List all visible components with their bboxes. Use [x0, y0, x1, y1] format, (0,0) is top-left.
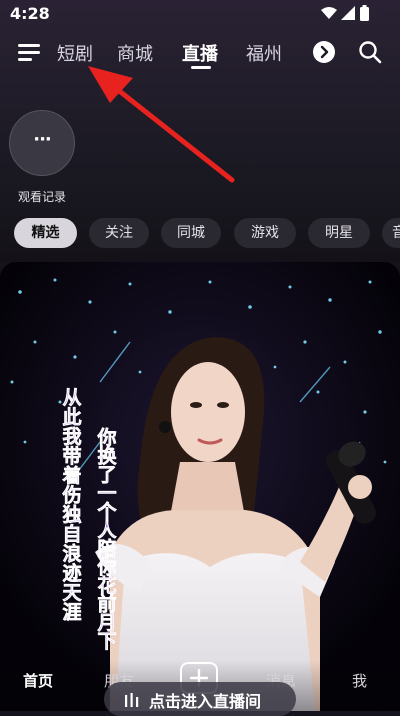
- watch-history-label: 观看记录: [18, 190, 67, 204]
- status-time: 4:28: [10, 4, 50, 23]
- tab-mall[interactable]: 商城: [117, 40, 153, 66]
- search-icon[interactable]: [357, 39, 383, 65]
- chip-celebrities[interactable]: 明星: [308, 218, 370, 248]
- lyric-caption-left: 从此我带着伤独自浪迹天涯: [61, 387, 83, 624]
- lyric-text-right: 你换了一个人陪你花前月下: [96, 426, 117, 653]
- wifi-icon: [321, 7, 337, 19]
- active-tab-indicator: [191, 66, 211, 69]
- bottom-nav-home[interactable]: 首页: [23, 670, 53, 691]
- enter-live-room-label: 点击进入直播间: [149, 692, 262, 711]
- top-nav: 短剧 商城 直播 福州: [0, 34, 400, 72]
- live-stream-card[interactable]: 从此我带着伤独自浪迹天涯 你换了一个人陪你花前月下: [0, 262, 400, 711]
- bottom-nav-me[interactable]: 我: [352, 670, 367, 691]
- more-dots-icon: ···: [33, 129, 52, 150]
- chip-following[interactable]: 关注: [89, 218, 149, 248]
- battery-icon: [360, 5, 369, 21]
- tab-live[interactable]: 直播: [182, 40, 218, 66]
- live-bars-icon: [125, 693, 139, 707]
- status-bar: 4:28: [0, 0, 400, 28]
- chip-music[interactable]: 音: [382, 218, 400, 248]
- chip-same-city[interactable]: 同城: [161, 218, 221, 248]
- watch-history-button[interactable]: ···: [9, 110, 75, 176]
- lyric-text-left: 从此我带着伤独自浪迹天涯: [61, 387, 82, 624]
- menu-icon[interactable]: [18, 42, 44, 64]
- chip-featured[interactable]: 精选: [14, 218, 77, 248]
- chip-games[interactable]: 游戏: [234, 218, 296, 248]
- cell-signal-icon: [341, 6, 355, 20]
- live-stream-preview: 从此我带着伤独自浪迹天涯 你换了一个人陪你花前月下: [0, 262, 400, 711]
- tab-local-city[interactable]: 福州: [246, 40, 282, 66]
- category-chips: 精选 关注 同城 游戏 明星 音: [14, 218, 400, 248]
- chevron-right-icon[interactable]: [313, 41, 335, 63]
- tab-short-drama[interactable]: 短剧: [57, 40, 93, 66]
- lyric-caption-right: 你换了一个人陪你花前月下: [96, 426, 118, 653]
